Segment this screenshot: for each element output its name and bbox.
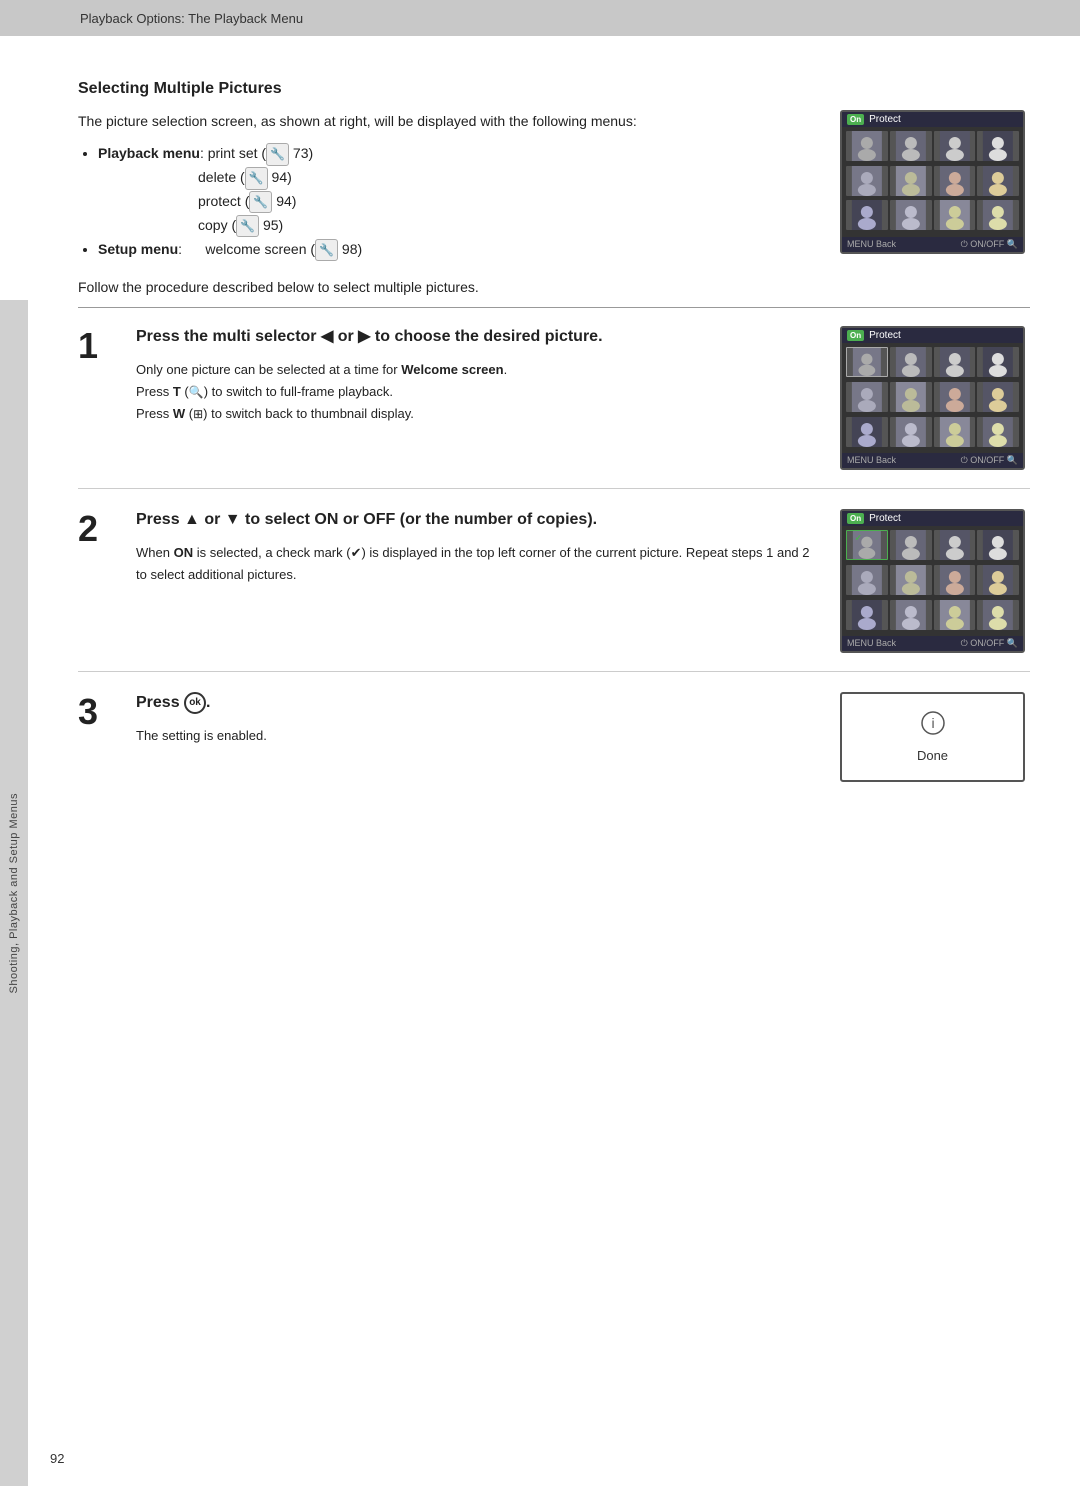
step-3-image: i Done — [840, 692, 1030, 782]
bullet-item-playback: Playback menu: print set (🔧 73) delete (… — [98, 142, 820, 237]
step-3-title: Press ok. — [136, 692, 820, 715]
cam-cell — [977, 417, 1019, 447]
step-1-desc-3: Press W (⊞) to switch back to thumbnail … — [136, 403, 820, 425]
camera-screen-header-2: On Protect — [842, 511, 1023, 526]
step-1-desc-2: Press T (🔍) to switch to full-frame play… — [136, 381, 820, 403]
step-2-title: Press ▲ or ▼ to select ON or OFF (or the… — [136, 509, 820, 531]
side-tab: Shooting, Playback and Setup Menus — [0, 300, 28, 1486]
cam-cell — [890, 131, 932, 161]
cam-cell — [977, 530, 1019, 560]
cam-cell — [977, 600, 1019, 630]
step-3-number: 3 — [78, 694, 126, 730]
svg-text:✓: ✓ — [855, 533, 862, 543]
bullet-list: Playback menu: print set (🔧 73) delete (… — [98, 142, 820, 261]
camera-screen-2: On Protect ✓ — [840, 509, 1025, 653]
section-title: Selecting Multiple Pictures — [78, 80, 1030, 98]
cam-cell — [934, 600, 976, 630]
cam-cell — [890, 530, 932, 560]
cam-cell — [934, 200, 976, 230]
cam-cell — [934, 131, 976, 161]
intro-text: The picture selection screen, as shown a… — [78, 110, 820, 132]
step-3-content: Press ok. The setting is enabled. — [126, 692, 820, 747]
cam-cell — [846, 347, 888, 377]
intro-camera-screen: On Protect — [840, 110, 1030, 254]
camera-screen-header-0: On Protect — [842, 112, 1023, 127]
cam-cell — [890, 382, 932, 412]
page-number: 92 — [50, 1451, 64, 1466]
cam-cell — [846, 600, 888, 630]
camera-screen-0: On Protect — [840, 110, 1025, 254]
cam-cell: ✓ — [846, 530, 888, 560]
cam-cell — [934, 565, 976, 595]
main-content: Selecting Multiple Pictures The picture … — [28, 0, 1080, 1486]
page: Playback Options: The Playback Menu Shoo… — [0, 0, 1080, 1486]
cam-cell — [934, 166, 976, 196]
camera-grid-1 — [842, 343, 1023, 453]
step-3-desc: The setting is enabled. — [136, 725, 820, 747]
svg-text:i: i — [931, 715, 934, 731]
header-title: Playback Options: The Playback Menu — [80, 11, 303, 26]
cam-cell — [934, 382, 976, 412]
camera-screen-footer-2: MENU Back ⏻ ON/OFF 🔍 — [842, 636, 1023, 651]
step-1-desc-1: Only one picture can be selected at a ti… — [136, 359, 820, 381]
step-1-title: Press the multi selector ◀ or ▶ to choos… — [136, 326, 820, 348]
cam-cell — [846, 417, 888, 447]
cam-cell — [846, 200, 888, 230]
cam-cell — [977, 131, 1019, 161]
step-2-row: 2 Press ▲ or ▼ to select ON or OFF (or t… — [78, 509, 1030, 672]
step-3-row: 3 Press ok. The setting is enabled. i — [78, 692, 1030, 800]
side-tab-label: Shooting, Playback and Setup Menus — [8, 793, 20, 993]
step-2-desc-1: When ON is selected, a check mark (✔) is… — [136, 542, 820, 586]
cam-cell — [977, 166, 1019, 196]
cam-cell — [890, 166, 932, 196]
cam-cell — [846, 166, 888, 196]
camera-screen-footer-1: MENU Back ⏻ ON/OFF 🔍 — [842, 453, 1023, 468]
cam-cell — [977, 565, 1019, 595]
step-1-image: On Protect — [840, 326, 1030, 470]
info-done-label: Done — [917, 748, 948, 763]
cam-cell — [890, 600, 932, 630]
camera-screen-1: On Protect — [840, 326, 1025, 470]
cam-cell — [977, 200, 1019, 230]
follow-text: Follow the procedure described below to … — [78, 279, 1030, 308]
cam-cell — [846, 131, 888, 161]
cam-cell — [890, 200, 932, 230]
cam-cell — [846, 382, 888, 412]
ok-button-icon: ok — [184, 692, 206, 714]
header-bar: Playback Options: The Playback Menu — [0, 0, 1080, 36]
camera-grid-0 — [842, 127, 1023, 237]
cam-cell — [890, 417, 932, 447]
info-icon: i — [921, 711, 945, 740]
step-1-row: 1 Press the multi selector ◀ or ▶ to cho… — [78, 326, 1030, 489]
cam-cell — [934, 530, 976, 560]
cam-cell — [890, 565, 932, 595]
cam-cell — [846, 565, 888, 595]
cam-cell — [977, 347, 1019, 377]
step-1-number: 1 — [78, 328, 126, 364]
cam-cell — [934, 417, 976, 447]
bullet-item-setup: Setup menu: welcome screen (🔧 98) — [98, 238, 820, 262]
info-box: i Done — [840, 692, 1025, 782]
content-area: Selecting Multiple Pictures The picture … — [78, 80, 1030, 800]
step-2-image: On Protect ✓ — [840, 509, 1030, 653]
camera-screen-footer-0: MENU Back ⏻ ON/OFF 🔍 — [842, 237, 1023, 252]
camera-screen-header-1: On Protect — [842, 328, 1023, 343]
cam-cell — [977, 382, 1019, 412]
step-2-content: Press ▲ or ▼ to select ON or OFF (or the… — [126, 509, 820, 586]
cam-cell — [934, 347, 976, 377]
step-2-number: 2 — [78, 511, 126, 547]
step-1-content: Press the multi selector ◀ or ▶ to choos… — [126, 326, 820, 425]
camera-grid-2: ✓ — [842, 526, 1023, 636]
cam-cell — [890, 347, 932, 377]
